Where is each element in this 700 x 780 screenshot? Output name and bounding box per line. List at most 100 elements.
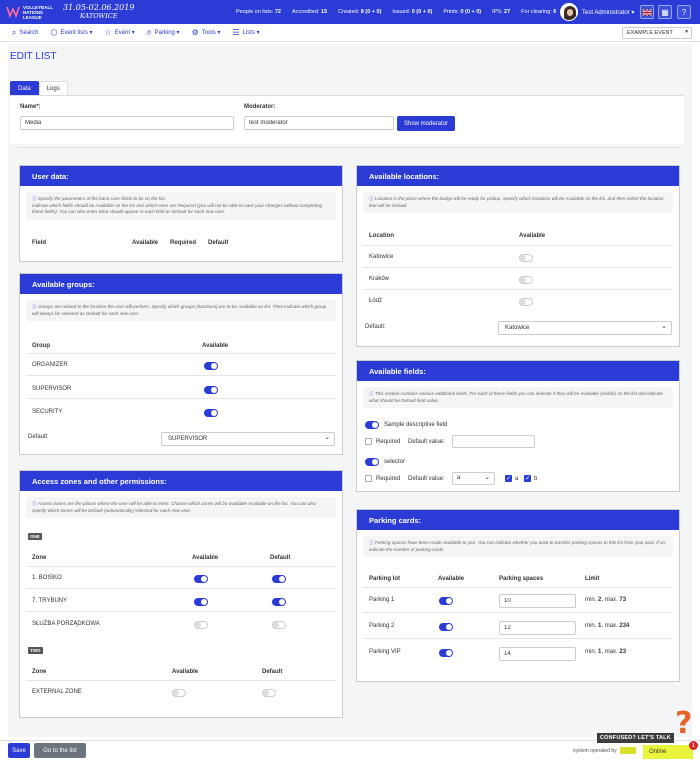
parking-1-toggle[interactable] (439, 597, 453, 605)
field-descriptive-toggle[interactable] (365, 421, 379, 429)
user-data-title: User data: (20, 166, 342, 186)
group-name: SUPERVISOR (32, 386, 72, 392)
option-b-checkbox[interactable]: ✓ (524, 475, 531, 482)
tab-data[interactable]: Data (10, 81, 39, 95)
location-krakow-toggle[interactable] (519, 276, 533, 284)
parking-vip-spaces-input[interactable] (499, 647, 576, 661)
stats-bar: People on lists: 72 Accredited: 15 Creat… (236, 0, 567, 24)
event-select[interactable]: EXAMPLE EVENT (622, 27, 692, 39)
field-name: selector (384, 459, 406, 465)
help-question-icon[interactable]: ? (675, 706, 692, 741)
field-descriptive-default-input[interactable] (452, 435, 535, 448)
stat-created: Created: 8 (0 + 0) (338, 9, 382, 15)
groups-info: ⓘ Groups are related to the function the… (26, 300, 336, 321)
default-value-label: Default value: (408, 476, 445, 482)
location-name: Łódź (369, 298, 383, 304)
uk-flag-icon (642, 8, 652, 16)
user-data-panel: User data: ⓘ Specify the parameters of t… (19, 165, 343, 262)
zone-sluzba-default-toggle[interactable] (272, 621, 286, 629)
parking-panel: Parking cards: ⓘ Parking spaces have bee… (356, 509, 680, 682)
help-icon[interactable]: ? (677, 5, 691, 19)
group-security-toggle[interactable] (204, 409, 218, 417)
col-parking-spaces: Parking spaces (499, 576, 544, 582)
group-organizer-toggle[interactable] (204, 362, 218, 370)
parking-title: Parking cards: (357, 510, 679, 530)
avatar (560, 3, 578, 21)
flag-icon[interactable] (640, 5, 654, 19)
parking-2-toggle[interactable] (439, 623, 453, 631)
field-descriptive-required-checkbox[interactable] (365, 438, 372, 445)
parking-1-spaces-input[interactable] (499, 594, 576, 608)
nav-search[interactable]: ⌕ Search (12, 28, 39, 38)
stat-clearing: For clearing: 6 (521, 9, 557, 15)
location-lodz-toggle[interactable] (519, 298, 533, 306)
locations-panel: Available locations: ⓘ Location is the p… (356, 165, 680, 347)
nav-event[interactable]: ☆ Event ▾ (105, 28, 135, 37)
field-selector-required-checkbox[interactable] (365, 475, 372, 482)
zone-group-tag: TWO (28, 647, 43, 654)
col-available: Available (519, 233, 546, 239)
col-field: Field (32, 240, 47, 246)
col-default: Default (262, 669, 283, 675)
zones-panel: Access zones and other permissions: ⓘ Ac… (19, 470, 343, 718)
parking-lot-name: Parking 1 (369, 597, 395, 603)
moderator-input[interactable] (244, 116, 394, 130)
zone-group-tag: ONE (28, 533, 42, 540)
field-selector-default-select[interactable]: a (452, 472, 495, 485)
online-chat-button[interactable]: Online (643, 745, 693, 759)
chat-prompt[interactable]: CONFUSED? LET'S TALK (597, 733, 674, 743)
option-a-checkbox[interactable]: ✓ (505, 475, 512, 482)
col-available: Available (172, 669, 199, 675)
parking-limit: min. 2, max. 73 (585, 597, 627, 603)
field-selector-toggle[interactable] (365, 458, 379, 466)
locations-info: ⓘ Location is the place where the badge … (363, 192, 673, 213)
col-group: Group (32, 343, 50, 349)
zone-external-available-toggle[interactable] (172, 689, 186, 697)
map-pin-icon: ⌾ (146, 27, 152, 37)
operator-logo (619, 747, 636, 754)
info-icon: ⓘ (32, 501, 37, 506)
parking-2-spaces-input[interactable] (499, 621, 576, 635)
stat-ips: IPS: 27 (492, 9, 511, 15)
groups-default-select[interactable]: SUPERVISOR (161, 432, 335, 446)
zone-external-default-toggle[interactable] (262, 689, 276, 697)
col-parking-lot: Parking lot (369, 576, 401, 582)
name-input[interactable] (20, 116, 234, 130)
user-menu[interactable]: Test Administrator ▾ (560, 3, 634, 21)
parking-vip-toggle[interactable] (439, 649, 453, 657)
location-katowice-toggle[interactable] (519, 254, 533, 262)
zone-sluzba-available-toggle[interactable] (194, 621, 208, 629)
fields-panel: Available fields: ⓘ This section contain… (356, 360, 680, 492)
locations-default-select[interactable]: Katowice (498, 321, 672, 335)
search-icon: ⌕ (12, 27, 17, 37)
go-to-list-button[interactable]: Go to the list (34, 743, 86, 758)
vnl-logo-icon (6, 6, 20, 19)
nav-event-lists[interactable]: ⬡ Event lists ▾ (51, 28, 93, 37)
zone-boisko-default-toggle[interactable] (272, 575, 286, 583)
zone-trybuny-available-toggle[interactable] (194, 598, 208, 606)
info-icon: ⓘ (369, 196, 374, 201)
parking-limit: min. 1, max. 234 (585, 623, 630, 629)
logo[interactable]: VOLLEYBALL NATIONS LEAGUE (6, 0, 59, 24)
top-bar: VOLLEYBALL NATIONS LEAGUE 31.05-02.06.20… (0, 0, 700, 24)
save-button[interactable]: Save (8, 743, 30, 758)
info-icon: ⓘ (369, 540, 374, 545)
tab-logs[interactable]: Logs (38, 81, 68, 95)
nav-tools[interactable]: ⚙ Tools ▾ (192, 28, 221, 37)
zone-boisko-available-toggle[interactable] (194, 575, 208, 583)
info-icon: ⓘ (32, 196, 37, 201)
logo-text: VOLLEYBALL NATIONS LEAGUE (23, 4, 53, 20)
col-available: Available (132, 240, 159, 246)
parking-info: ⓘ Parking spaces have been made availabl… (363, 536, 673, 557)
zone-trybuny-default-toggle[interactable] (272, 598, 286, 606)
info-icon: ⓘ (369, 391, 374, 396)
locations-title: Available locations: (357, 166, 679, 186)
show-moderator-button[interactable]: Show moderator (397, 116, 455, 131)
fields-info: ⓘ This section contains various addition… (363, 387, 673, 408)
footer (0, 740, 700, 780)
gear-icon: ⚙ (191, 28, 199, 37)
group-supervisor-toggle[interactable] (204, 386, 218, 394)
calendar-icon[interactable]: ▦ (658, 5, 672, 19)
nav-parking[interactable]: ⌾ Parking ▾ (147, 28, 180, 38)
nav-lists[interactable]: ☰ Lists ▾ (232, 28, 259, 37)
